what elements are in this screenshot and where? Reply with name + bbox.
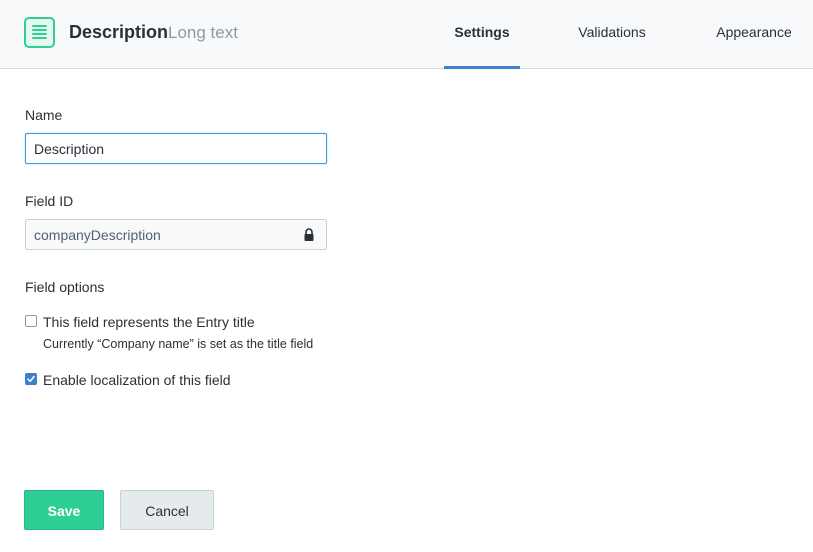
- save-button[interactable]: Save: [24, 490, 104, 530]
- title-field-hint: Currently “Company name” is set as the t…: [43, 337, 314, 351]
- field-id-label: Field ID: [25, 193, 74, 209]
- long-text-field-icon: [24, 17, 55, 48]
- tab-settings-label: Settings: [454, 24, 510, 40]
- tab-appearance-label: Appearance: [716, 24, 792, 40]
- cancel-button[interactable]: Cancel: [120, 490, 214, 530]
- lock-icon: [304, 228, 314, 241]
- active-tab-indicator: [444, 66, 520, 69]
- field-id-input[interactable]: [25, 219, 327, 250]
- tab-settings[interactable]: Settings: [444, 0, 520, 69]
- field-settings-dialog: Description Long text Settings Validatio…: [0, 0, 813, 552]
- field-options-label: Field options: [25, 279, 105, 295]
- checkmark-icon: [27, 375, 35, 383]
- localization-checkbox[interactable]: [25, 373, 37, 385]
- dialog-header: Description Long text Settings Validatio…: [0, 0, 813, 69]
- localization-checkbox-label[interactable]: Enable localization of this field: [43, 371, 231, 389]
- name-input[interactable]: [25, 133, 327, 164]
- field-type-subtitle: Long text: [168, 23, 238, 42]
- tab-appearance[interactable]: Appearance: [704, 0, 804, 68]
- field-title: Description: [69, 22, 169, 42]
- tab-validations[interactable]: Validations: [566, 0, 658, 68]
- entry-title-checkbox-label[interactable]: This field represents the Entry title: [43, 313, 255, 331]
- entry-title-checkbox[interactable]: [25, 315, 37, 327]
- name-label: Name: [25, 107, 63, 123]
- tab-validations-label: Validations: [578, 24, 646, 40]
